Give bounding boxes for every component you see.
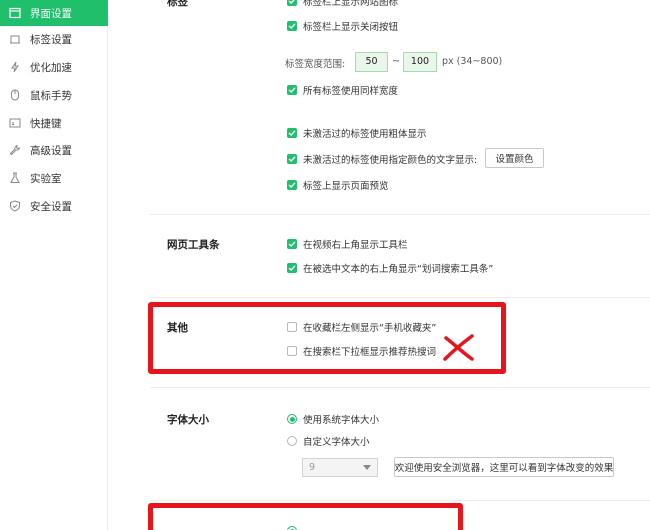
- keyboard-icon: [9, 117, 21, 129]
- annotation-red-box: [148, 503, 463, 530]
- wrench-icon: [9, 144, 21, 156]
- checkbox-checked-icon[interactable]: [287, 239, 297, 249]
- section-title-tabs: 标签: [167, 0, 188, 8]
- sidebar-item-shortcuts[interactable]: 快捷键: [0, 110, 108, 136]
- option-page-preview[interactable]: 标签上显示页面预览: [287, 178, 389, 192]
- option-label: 标签上显示页面预览: [303, 181, 389, 192]
- checkbox-checked-icon[interactable]: [287, 263, 297, 273]
- checkbox-checked-icon[interactable]: [287, 180, 297, 190]
- option-label: 使用系统字体大小: [303, 415, 380, 426]
- sidebar-item-label: 实验室: [30, 172, 62, 185]
- sidebar-item-label: 安全设置: [30, 200, 72, 213]
- section-divider: [150, 214, 650, 215]
- section-divider: [150, 297, 650, 298]
- option-label: 标签栏上显示关闭按钮: [303, 22, 399, 33]
- option-close-button[interactable]: 标签栏上显示关闭按钮: [287, 19, 398, 33]
- flask-icon: [9, 172, 21, 184]
- option-label: 在视频右上角显示工具栏: [303, 240, 408, 251]
- option-custom-font-size[interactable]: 自定义字体大小: [287, 434, 370, 448]
- sidebar-item-label: 界面设置: [30, 7, 72, 20]
- option-label: 标签栏上显示网站图标: [303, 0, 399, 8]
- radio-unselected-icon[interactable]: [287, 436, 297, 446]
- sidebar-item-label: 标签设置: [30, 33, 72, 46]
- sidebar-item-lab[interactable]: 实验室: [0, 165, 108, 191]
- checkbox-checked-icon[interactable]: [287, 128, 297, 138]
- tab-width-max-input[interactable]: 100: [403, 52, 437, 72]
- option-label: 在被选中文本的右上角显示“划词搜索工具条”: [303, 264, 494, 275]
- sidebar-item-label: 优化加速: [30, 61, 72, 74]
- sidebar-item-speedup[interactable]: 优化加速: [0, 54, 108, 80]
- set-color-button[interactable]: 设置颜色: [485, 148, 544, 168]
- option-same-width[interactable]: 所有标签使用同样宽度: [287, 83, 398, 97]
- chevron-down-icon: [363, 465, 371, 470]
- sidebar: 界面设置 标签设置 优化加速 鼠标手势 快捷键 高级设置 实验室 安全设置: [0, 0, 108, 530]
- shield-icon: [9, 200, 21, 212]
- sidebar-item-advanced[interactable]: 高级设置: [0, 137, 108, 163]
- option-selection-search[interactable]: 在被选中文本的右上角显示“划词搜索工具条”: [287, 261, 493, 275]
- tab-width-unit: px (34~800): [442, 56, 503, 67]
- annotation-cross-icon: [443, 334, 474, 361]
- font-preview-box: 欢迎使用安全浏览器，这里可以看到字体改变的效果: [394, 457, 614, 477]
- option-bold-inactive[interactable]: 未激活过的标签使用粗体显示: [287, 126, 427, 140]
- sidebar-item-interface[interactable]: 界面设置: [0, 0, 108, 26]
- option-label: 未激活过的标签使用指定颜色的文字显示:: [303, 155, 478, 166]
- section-divider: [150, 387, 650, 388]
- sidebar-item-label: 快捷键: [30, 117, 62, 130]
- option-label: 未激活过的标签使用粗体显示: [303, 129, 427, 140]
- font-size-select[interactable]: 9: [302, 458, 378, 477]
- mouse-icon: [9, 89, 21, 101]
- tab-width-min-input[interactable]: 50: [355, 52, 388, 72]
- window-icon: [9, 7, 21, 19]
- option-video-toolbar[interactable]: 在视频右上角显示工具栏: [287, 237, 408, 251]
- section-title-font-size: 字体大小: [167, 414, 209, 426]
- checkbox-checked-icon[interactable]: [287, 0, 297, 6]
- tab-width-separator: ~: [392, 56, 400, 67]
- option-label: 自定义字体大小: [303, 437, 370, 448]
- sidebar-item-tabs[interactable]: 标签设置: [0, 26, 108, 52]
- sidebar-item-security[interactable]: 安全设置: [0, 193, 108, 219]
- option-system-font-size[interactable]: 使用系统字体大小: [287, 412, 379, 426]
- tab-icon: [9, 33, 21, 45]
- sidebar-item-label: 高级设置: [30, 144, 72, 157]
- section-title-toolbar: 网页工具条: [167, 239, 220, 251]
- checkbox-checked-icon[interactable]: [287, 85, 297, 95]
- radio-selected-icon[interactable]: [287, 414, 297, 424]
- checkbox-checked-icon[interactable]: [287, 154, 297, 164]
- sidebar-item-label: 鼠标手势: [30, 89, 72, 102]
- section-divider: [150, 500, 650, 501]
- option-color-inactive[interactable]: 未激活过的标签使用指定颜色的文字显示:: [287, 152, 477, 166]
- option-site-icon[interactable]: 标签栏上显示网站图标: [287, 0, 398, 8]
- option-label: 所有标签使用同样宽度: [303, 86, 399, 97]
- bolt-icon: [9, 61, 21, 73]
- sidebar-item-mouse-gesture[interactable]: 鼠标手势: [0, 82, 108, 108]
- font-size-value: 9: [309, 462, 316, 473]
- checkbox-checked-icon[interactable]: [287, 21, 297, 31]
- tab-width-range-label: 标签宽度范围:: [285, 59, 346, 70]
